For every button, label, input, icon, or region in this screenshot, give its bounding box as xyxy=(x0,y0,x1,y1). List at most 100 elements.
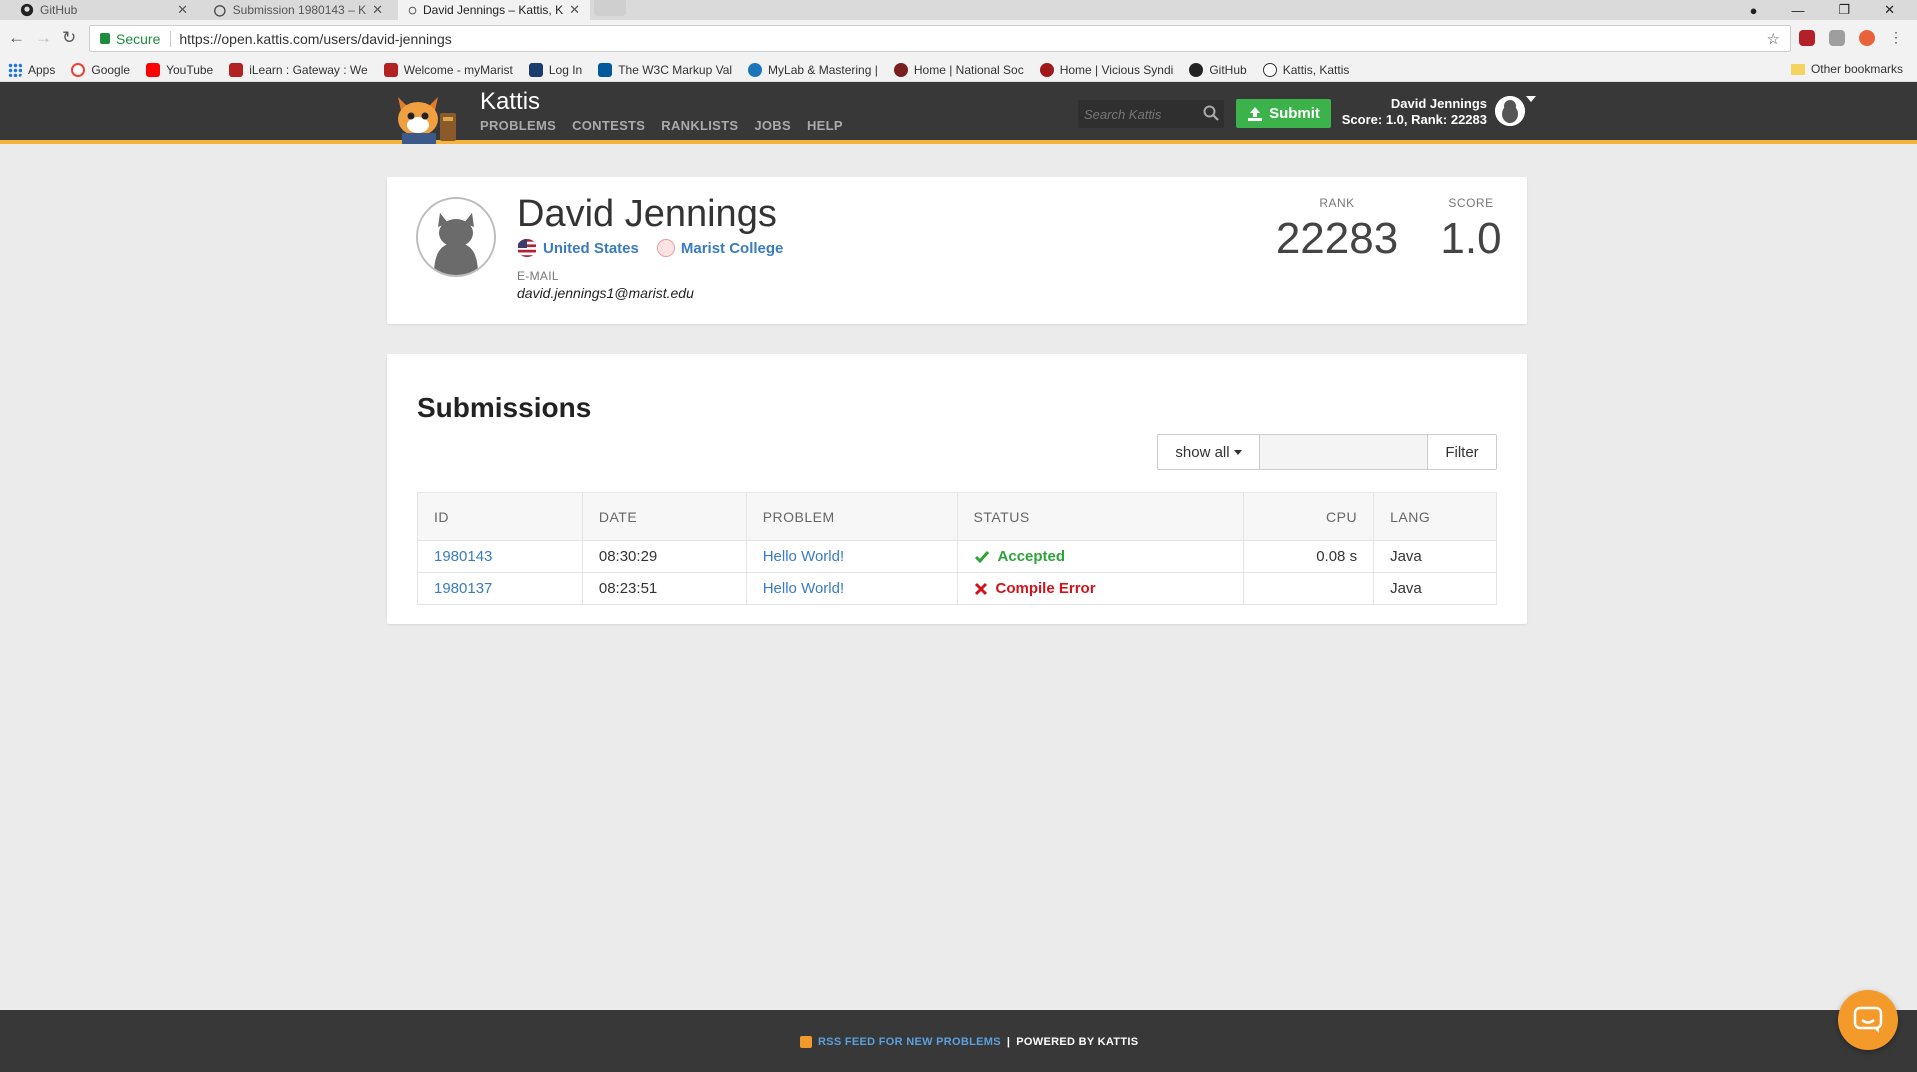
browser-tab-github[interactable]: GitHub ✕ xyxy=(10,0,198,20)
url-text[interactable]: https://open.kattis.com/users/david-jenn… xyxy=(179,31,451,47)
menu-kebab-icon[interactable]: ⋮ xyxy=(1889,29,1903,46)
bookmarks-bar: Apps Google YouTube iLearn : Gateway : W… xyxy=(0,58,1917,82)
footer-separator: | xyxy=(1006,1036,1011,1048)
chat-launcher-button[interactable] xyxy=(1838,990,1898,1050)
browser-toolbar: ← → ↻ Secure https://open.kattis.com/use… xyxy=(0,20,1917,58)
col-id: ID xyxy=(417,492,583,541)
w3c-icon xyxy=(598,62,613,77)
table-row: 1980143 08:30:29 Hello World! Accepted 0… xyxy=(417,540,1497,573)
submission-id-link[interactable]: 1980143 xyxy=(434,548,492,565)
login-icon xyxy=(528,62,543,77)
filter-input[interactable] xyxy=(1260,434,1428,470)
new-tab-button[interactable] xyxy=(594,0,626,16)
nav-jobs[interactable]: JOBS xyxy=(754,118,791,133)
extension-icons: ⋮ xyxy=(1799,29,1903,46)
browser-tab-submission[interactable]: Submission 1980143 – K ✕ xyxy=(203,0,393,20)
college-link[interactable]: Marist College xyxy=(656,239,783,257)
ublock-extension-icon[interactable] xyxy=(1799,29,1815,46)
restore-icon[interactable]: ❐ xyxy=(1838,2,1850,18)
submission-lang: Java xyxy=(1373,540,1497,573)
rank-stat: RANK 22283 xyxy=(1272,196,1402,264)
submit-button[interactable]: Submit xyxy=(1236,99,1331,128)
bookmark-star-icon[interactable]: ☆ xyxy=(1767,30,1780,48)
bookmark-apps[interactable]: Apps xyxy=(8,62,55,77)
bookmark-w3c[interactable]: The W3C Markup Val xyxy=(598,62,732,77)
bookmark-ilearn[interactable]: iLearn : Gateway : We xyxy=(229,62,368,77)
col-problem: PROBLEM xyxy=(745,492,958,541)
close-icon[interactable]: ✕ xyxy=(569,2,580,18)
bookmark-national-soc[interactable]: Home | National Soc xyxy=(893,62,1024,77)
bookmark-kattis[interactable]: Kattis, Kattis xyxy=(1262,62,1349,77)
bookmark-mylab[interactable]: MyLab & Mastering | xyxy=(748,62,878,77)
close-icon[interactable]: ✕ xyxy=(372,2,383,18)
us-flag-icon xyxy=(518,239,536,257)
camera-extension-icon[interactable] xyxy=(1829,29,1845,46)
search-icon[interactable] xyxy=(1202,104,1220,122)
brand-name[interactable]: Kattis xyxy=(480,88,540,116)
user-menu[interactable]: David Jennings Score: 1.0, Rank: 22283 xyxy=(1340,96,1487,128)
chat-icon xyxy=(1853,1006,1883,1033)
pearson-icon xyxy=(748,62,763,77)
submission-id-link[interactable]: 1980137 xyxy=(434,580,492,597)
profile-icon[interactable]: ● xyxy=(1750,3,1758,18)
minimize-icon[interactable]: — xyxy=(1791,3,1804,18)
bookmark-login[interactable]: Log In xyxy=(528,62,582,77)
problem-link[interactable]: Hello World! xyxy=(763,580,844,597)
score-label: SCORE xyxy=(1448,196,1494,210)
youtube-icon xyxy=(146,62,161,77)
status-accepted: Accepted xyxy=(974,541,1228,572)
address-bar[interactable]: Secure https://open.kattis.com/users/dav… xyxy=(89,25,1791,52)
main-nav: PROBLEMS CONTESTS RANKLISTS JOBS HELP xyxy=(480,118,843,133)
email-value: david.jennings1@marist.edu xyxy=(517,285,694,301)
profile-card: David Jennings United States Marist Coll… xyxy=(387,177,1527,324)
folder-icon xyxy=(1790,63,1805,75)
search-input[interactable]: Search Kattis xyxy=(1078,100,1224,128)
filter-button[interactable]: Filter xyxy=(1428,434,1497,470)
kattis-logo[interactable] xyxy=(388,89,468,144)
col-lang: LANG xyxy=(1373,492,1497,541)
footer-links: RSS FEED FOR NEW PROBLEMS | POWERED BY K… xyxy=(800,1036,1138,1048)
reload-icon[interactable]: ↻ xyxy=(62,28,76,48)
problem-link[interactable]: Hello World! xyxy=(763,548,844,565)
filter-controls: show all Filter xyxy=(1157,434,1497,470)
nav-contests[interactable]: CONTESTS xyxy=(572,118,645,133)
github-icon xyxy=(20,3,34,17)
show-all-dropdown[interactable]: show all xyxy=(1157,434,1260,470)
nav-problems[interactable]: PROBLEMS xyxy=(480,118,556,133)
vicious-icon xyxy=(1039,62,1054,77)
marist-fox-icon xyxy=(383,62,398,77)
user-stats: Score: 1.0, Rank: 22283 xyxy=(1341,112,1487,127)
browser-tab-bar: GitHub ✕ Submission 1980143 – K ✕ David … xyxy=(0,0,1917,20)
bookmark-mymarist[interactable]: Welcome - myMarist xyxy=(383,62,513,77)
submissions-title: Submissions xyxy=(417,392,592,423)
submission-date: 08:23:51 xyxy=(581,572,747,605)
honey-extension-icon[interactable] xyxy=(1859,29,1875,46)
kattis-cat-icon xyxy=(214,5,226,17)
avatar[interactable] xyxy=(1495,96,1525,126)
bookmark-youtube[interactable]: YouTube xyxy=(146,62,213,77)
bookmark-google[interactable]: Google xyxy=(71,62,130,77)
table-row: 1980137 08:23:51 Hello World! Compile Er… xyxy=(417,572,1497,605)
x-icon xyxy=(974,582,987,595)
profile-avatar xyxy=(416,197,496,277)
browser-tab-profile[interactable]: David Jennings – Kattis, K ✕ xyxy=(398,0,590,20)
nav-help[interactable]: HELP xyxy=(807,118,843,133)
close-icon[interactable]: ✕ xyxy=(177,2,188,18)
close-window-icon[interactable]: ✕ xyxy=(1884,2,1895,18)
bookmark-vicious[interactable]: Home | Vicious Syndi xyxy=(1039,62,1173,77)
back-icon[interactable]: ← xyxy=(8,28,25,48)
site-header: Kattis PROBLEMS CONTESTS RANKLISTS JOBS … xyxy=(0,82,1917,144)
nav-ranklists[interactable]: RANKLISTS xyxy=(661,118,738,133)
kattis-cat-icon xyxy=(408,6,417,15)
rss-feed-link[interactable]: RSS FEED FOR NEW PROBLEMS xyxy=(818,1036,1001,1048)
bookmark-github[interactable]: GitHub xyxy=(1189,62,1247,77)
country-link[interactable]: United States xyxy=(517,239,639,257)
user-name: David Jennings xyxy=(1390,96,1487,111)
check-icon xyxy=(974,550,989,563)
profile-meta: United States Marist College xyxy=(517,239,783,257)
col-date: DATE xyxy=(581,492,747,541)
chevron-down-icon[interactable] xyxy=(1526,96,1536,102)
other-bookmarks[interactable]: Other bookmarks xyxy=(1790,62,1903,76)
forward-icon[interactable]: → xyxy=(35,28,52,48)
submissions-card: Submissions show all Filter ID DATE PROB… xyxy=(387,354,1527,624)
